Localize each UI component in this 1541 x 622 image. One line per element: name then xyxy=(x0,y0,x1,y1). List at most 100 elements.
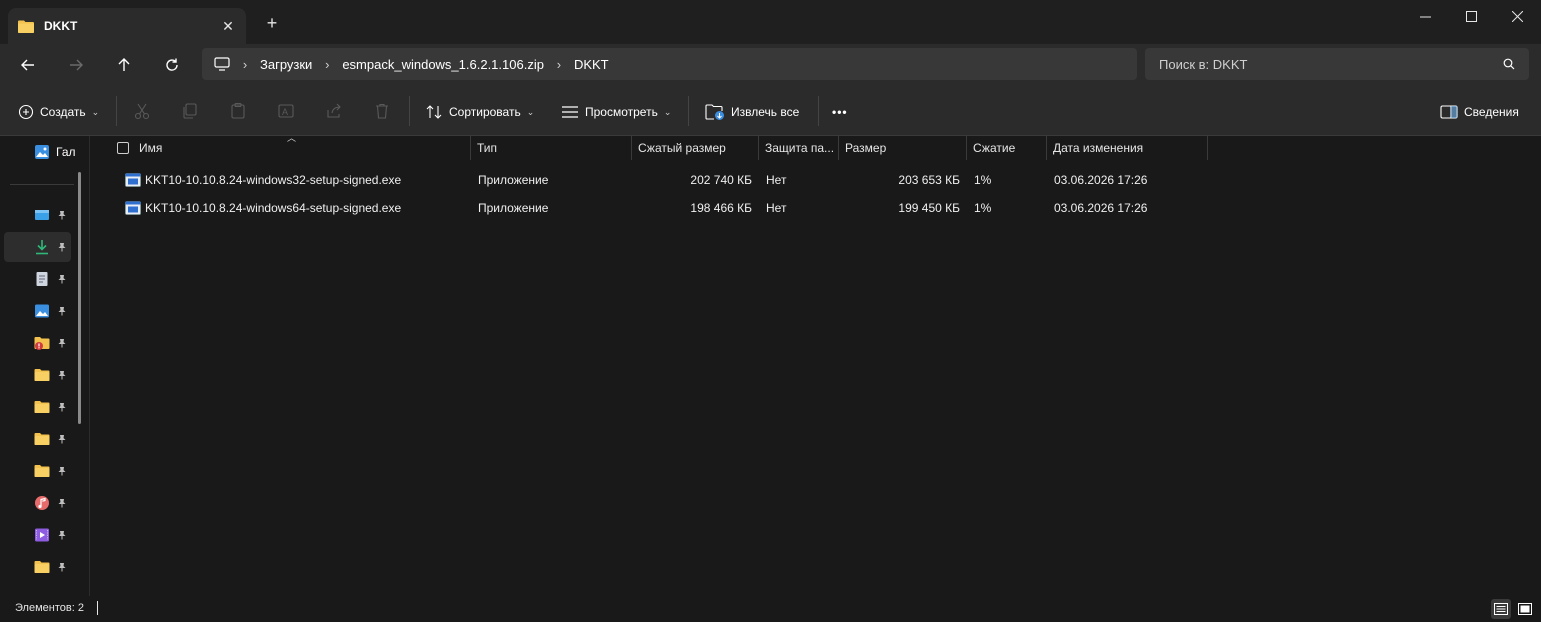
sidebar-item-folder[interactable] xyxy=(4,424,71,454)
sidebar-item-videos[interactable] xyxy=(4,520,71,550)
status-divider xyxy=(97,601,98,615)
exe-file-icon xyxy=(125,173,141,187)
up-button[interactable] xyxy=(111,52,137,78)
cut-button[interactable] xyxy=(132,101,152,121)
details-view-button[interactable] xyxy=(1491,599,1511,619)
svg-text:A: A xyxy=(282,107,288,117)
share-icon xyxy=(327,103,341,118)
search-icon[interactable] xyxy=(1503,58,1515,70)
more-options-button[interactable]: ••• xyxy=(832,99,848,125)
column-header-size[interactable]: Размер xyxy=(839,136,967,160)
details-pane-icon xyxy=(1440,105,1458,119)
exe-file-icon xyxy=(125,201,141,215)
paste-button[interactable] xyxy=(228,101,248,121)
large-icons-view-button[interactable] xyxy=(1515,599,1535,619)
create-label: Создать xyxy=(40,105,86,119)
file-list: ︿ Имя Тип Сжатый размер Защита па... Раз… xyxy=(91,133,1541,596)
sidebar-item-folder[interactable] xyxy=(4,392,71,422)
minimize-button[interactable] xyxy=(1402,0,1448,32)
copy-icon xyxy=(183,103,197,119)
sort-icon xyxy=(426,105,442,119)
plus-circle-icon xyxy=(18,104,34,120)
sidebar-scrollbar[interactable] xyxy=(78,172,81,424)
create-button[interactable]: Создать ⌄ xyxy=(18,99,99,125)
column-header-name[interactable]: Имя xyxy=(133,136,471,160)
column-header-type[interactable]: Тип xyxy=(471,136,632,160)
table-row[interactable]: KKT10-10.10.8.24-windows32-setup-signed.… xyxy=(91,166,1541,194)
search-box[interactable] xyxy=(1145,48,1529,80)
pin-icon xyxy=(58,531,66,540)
sidebar-item-pictures[interactable] xyxy=(4,296,71,326)
close-icon xyxy=(1511,10,1523,22)
extract-folder-icon xyxy=(705,104,724,120)
view-lines-icon xyxy=(562,106,578,118)
sidebar-item-folder[interactable] xyxy=(4,552,71,582)
extract-all-button[interactable]: Извлечь все xyxy=(705,99,799,125)
sidebar-item-desktop[interactable] xyxy=(4,200,71,230)
this-pc-icon[interactable] xyxy=(214,57,230,71)
pin-icon xyxy=(58,275,66,284)
file-size: 203 653 КБ xyxy=(898,173,960,187)
command-bar: Создать ⌄ A Сортировать ⌄ Просмотреть ⌄ … xyxy=(0,86,1541,136)
table-row[interactable]: KKT10-10.10.8.24-windows64-setup-signed.… xyxy=(91,194,1541,222)
close-window-button[interactable] xyxy=(1494,0,1540,32)
sidebar-item-documents[interactable] xyxy=(4,264,71,294)
maximize-button[interactable] xyxy=(1448,0,1494,32)
pin-icon xyxy=(58,435,66,444)
folder-icon xyxy=(18,20,34,33)
sidebar-gallery-label: Гал xyxy=(56,145,76,159)
rename-button[interactable]: A xyxy=(276,101,296,121)
column-header-modified[interactable]: Дата изменения xyxy=(1047,136,1208,160)
music-icon xyxy=(35,496,49,510)
breadcrumb-zip[interactable]: esmpack_windows_1.6.2.1.106.zip xyxy=(342,57,544,72)
column-header-compressed-size[interactable]: Сжатый размер xyxy=(632,136,759,160)
delete-button[interactable] xyxy=(372,101,392,121)
folder-error-icon xyxy=(34,337,50,350)
back-button[interactable] xyxy=(15,52,41,78)
view-button[interactable]: Просмотреть ⌄ xyxy=(561,99,671,125)
breadcrumb-dkkt[interactable]: DKKT xyxy=(574,57,609,72)
sidebar-item-folder[interactable] xyxy=(4,360,71,390)
sort-button[interactable]: Сортировать ⌄ xyxy=(425,99,534,125)
folder-icon xyxy=(34,433,50,445)
tiles-view-icon xyxy=(1518,603,1532,615)
forward-button[interactable] xyxy=(63,52,89,78)
sidebar-item-folder-error[interactable] xyxy=(4,328,71,358)
column-header-protected[interactable]: Защита па... xyxy=(759,136,839,160)
pin-icon xyxy=(58,467,66,476)
sidebar-item-downloads[interactable] xyxy=(4,232,71,262)
details-button[interactable]: Сведения xyxy=(1440,99,1519,125)
column-header-ratio[interactable]: Сжатие xyxy=(967,136,1047,160)
chevron-right-icon[interactable]: › xyxy=(230,57,260,72)
arrow-left-icon xyxy=(21,59,34,71)
scissors-icon xyxy=(134,103,150,120)
file-compressed-size: 198 466 КБ xyxy=(690,201,752,215)
sidebar-item-gallery[interactable]: Гал xyxy=(34,144,76,160)
chevron-right-icon[interactable]: › xyxy=(312,57,342,72)
pin-icon xyxy=(58,563,66,572)
select-all-checkbox[interactable] xyxy=(117,142,129,154)
tab-dkkt[interactable]: DKKT ✕ xyxy=(8,8,246,44)
videos-icon xyxy=(35,528,49,542)
chevron-right-icon[interactable]: › xyxy=(544,57,574,72)
sidebar-divider xyxy=(10,184,74,185)
details-view-icon xyxy=(1494,603,1508,615)
view-label: Просмотреть xyxy=(585,105,658,119)
file-modified: 03.06.2026 17:26 xyxy=(1054,173,1148,187)
close-tab-icon[interactable]: ✕ xyxy=(220,18,236,34)
chevron-down-icon: ⌄ xyxy=(526,106,535,117)
new-tab-button[interactable]: + xyxy=(262,13,282,33)
file-protected: Нет xyxy=(766,173,787,187)
sidebar-item-music[interactable] xyxy=(4,488,71,518)
share-button[interactable] xyxy=(324,101,344,121)
file-protected: Нет xyxy=(766,201,787,215)
search-input[interactable] xyxy=(1159,56,1503,72)
pin-icon xyxy=(58,499,66,508)
breadcrumb-downloads[interactable]: Загрузки xyxy=(260,57,312,72)
address-bar[interactable]: › Загрузки › esmpack_windows_1.6.2.1.106… xyxy=(202,48,1137,80)
sidebar-item-folder[interactable] xyxy=(4,456,71,486)
copy-button[interactable] xyxy=(180,101,200,121)
extract-all-label: Извлечь все xyxy=(731,105,800,119)
refresh-button[interactable] xyxy=(159,52,185,78)
navigation-pane: Гал xyxy=(0,136,90,596)
